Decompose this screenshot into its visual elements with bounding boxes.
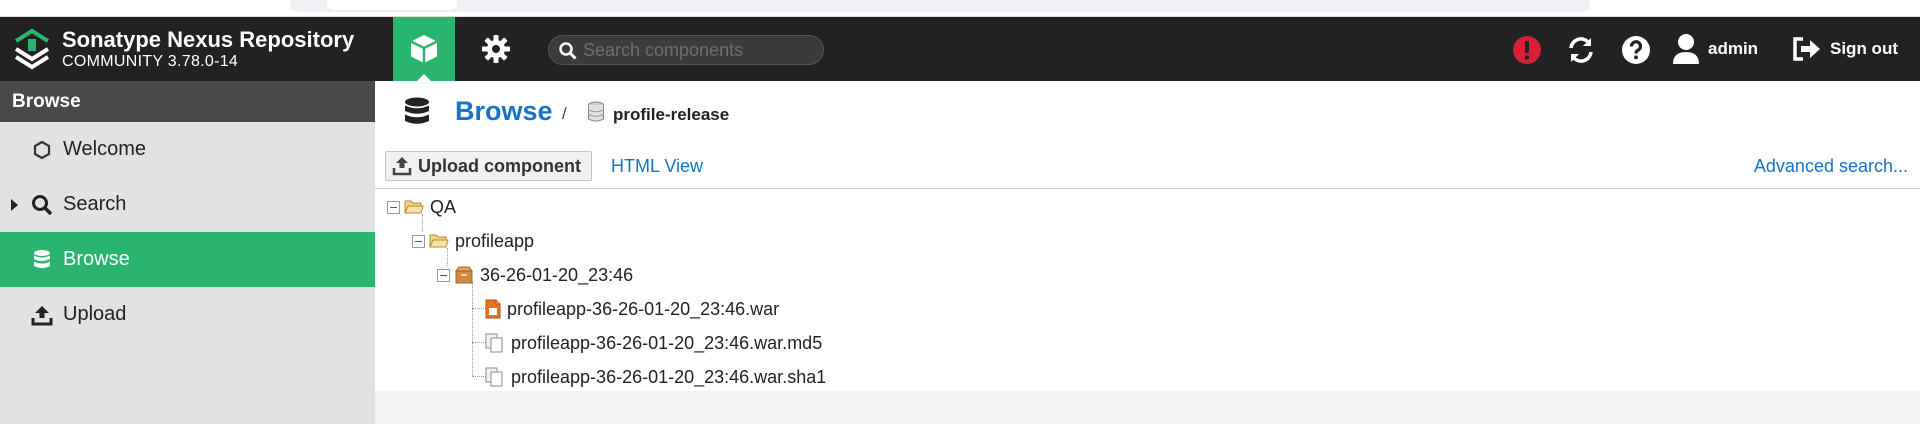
system-alert-button[interactable]: [1510, 33, 1544, 67]
search-components-field[interactable]: [548, 35, 824, 65]
database-icon: [30, 248, 54, 272]
tree-node-label: profileapp-36-26-01-20_23:46.war.sha1: [511, 366, 827, 387]
nexus-logo-icon: [14, 28, 50, 70]
tree-node-component[interactable]: 36-26-01-20_23:46: [437, 258, 633, 292]
tree-node-asset[interactable]: profileapp-36-26-01-20_23:46.war: [485, 292, 779, 326]
user-name: admin: [1708, 39, 1759, 58]
open-folder-icon: [404, 200, 424, 214]
sidebar-item-search[interactable]: Search: [0, 177, 375, 232]
browser-chrome: [0, 0, 1920, 17]
database-icon: [405, 97, 429, 124]
tree-node-label: profileapp: [455, 230, 535, 251]
tree-node-label: profileapp-36-26-01-20_23:46.war: [507, 298, 780, 319]
upload-component-button[interactable]: Upload component: [385, 151, 592, 181]
help-button[interactable]: [1619, 33, 1653, 67]
sign-out-button[interactable]: Sign out: [1792, 32, 1898, 66]
user-icon: [1673, 34, 1699, 64]
tree-node-label: QA: [430, 196, 457, 217]
collapse-toggle-icon[interactable]: [437, 268, 450, 282]
sidebar-item-label: Upload: [63, 303, 127, 325]
toolbar: Upload component HTML View Advanced sear…: [375, 149, 1920, 189]
sidebar-item-label: Search: [63, 193, 127, 215]
breadcrumb-separator: /: [562, 104, 567, 123]
brand-version: COMMUNITY 3.78.0-14: [62, 53, 239, 70]
tree-guide-line: [472, 376, 486, 377]
browser-tab[interactable]: [327, 0, 457, 10]
sign-out-icon: [1793, 37, 1820, 61]
refresh-icon: [1569, 37, 1593, 63]
breadcrumb-browse-link[interactable]: Browse: [455, 96, 553, 127]
open-folder-icon: [429, 234, 449, 248]
active-caret: [417, 74, 431, 81]
war-file-icon: [485, 299, 501, 319]
refresh-button[interactable]: [1564, 33, 1598, 67]
admin-mode-button[interactable]: [470, 17, 522, 81]
breadcrumb-repository: profile-release: [613, 105, 730, 124]
sidebar-item-label: Browse: [63, 248, 130, 270]
tree-guide-line: [472, 308, 486, 309]
collapse-toggle-icon[interactable]: [412, 234, 425, 248]
checksum-file-icon: [485, 333, 503, 353]
cube-icon: [410, 35, 438, 63]
search-icon: [559, 42, 577, 60]
checksum-file-icon: [485, 367, 503, 387]
brand-name: Sonatype Nexus Repository: [62, 27, 355, 52]
upload-icon: [30, 303, 54, 327]
tree-node-asset[interactable]: profileapp-36-26-01-20_23:46.war.md5: [485, 326, 822, 360]
user-menu[interactable]: admin: [1672, 32, 1758, 66]
app-header: Sonatype Nexus Repository COMMUNITY 3.78…: [0, 17, 1920, 81]
component-tree: QA profileapp 36-26-01-20_23:46 profilea…: [375, 190, 1920, 390]
sidebar-item-browse[interactable]: Browse: [0, 232, 375, 287]
sidebar-title: Browse: [0, 81, 375, 122]
browse-mode-button[interactable]: [393, 17, 455, 81]
hexagon-icon: [30, 138, 54, 162]
browser-address-bar[interactable]: [290, 0, 1590, 12]
upload-component-label: Upload component: [418, 155, 581, 176]
repository-icon: [588, 101, 604, 122]
expand-caret-icon[interactable]: [11, 198, 18, 211]
search-icon: [30, 193, 54, 217]
sidebar-item-label: Welcome: [63, 138, 146, 160]
main-panel: Browse / profile-release Upload componen…: [375, 81, 1920, 391]
search-components-input[interactable]: [583, 39, 815, 61]
tree-guide-line: [472, 342, 486, 343]
advanced-search-link[interactable]: Advanced search...: [1754, 156, 1908, 177]
collapse-toggle-icon[interactable]: [387, 200, 400, 214]
sidebar-item-upload[interactable]: Upload: [0, 287, 375, 342]
alert-icon: [1513, 36, 1541, 64]
tree-node-label: profileapp-36-26-01-20_23:46.war.md5: [511, 332, 823, 353]
tree-node-label: 36-26-01-20_23:46: [480, 264, 634, 285]
tree-node-asset[interactable]: profileapp-36-26-01-20_23:46.war.sha1: [485, 360, 826, 394]
help-icon: [1622, 36, 1650, 64]
gear-icon: [482, 35, 510, 63]
sidebar-item-welcome[interactable]: Welcome: [0, 122, 375, 177]
tree-node-folder[interactable]: profileapp: [412, 224, 534, 258]
sign-out-label: Sign out: [1830, 39, 1898, 58]
tree-node-folder[interactable]: QA: [387, 190, 456, 224]
upload-icon: [392, 157, 412, 176]
html-view-link[interactable]: HTML View: [611, 156, 703, 177]
package-icon: [455, 266, 473, 284]
sidebar: Browse Welcome Search Browse Upload: [0, 81, 375, 424]
tree-guide-line: [472, 282, 473, 376]
